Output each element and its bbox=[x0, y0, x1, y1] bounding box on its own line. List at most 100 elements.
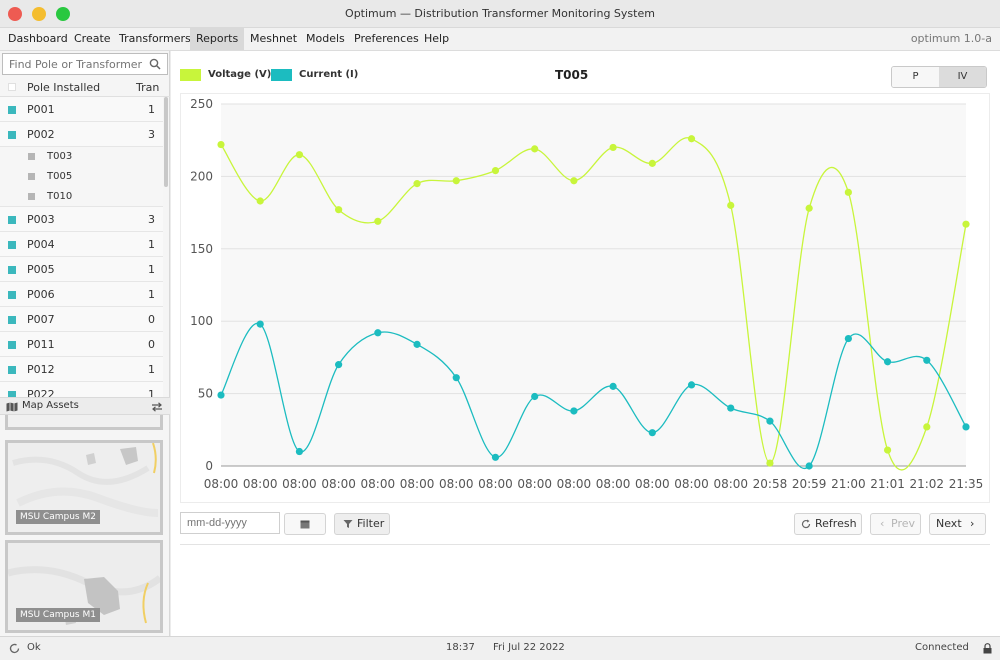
data-point[interactable] bbox=[335, 206, 343, 214]
data-point[interactable] bbox=[491, 453, 500, 461]
data-point[interactable] bbox=[727, 201, 735, 209]
data-point[interactable] bbox=[805, 462, 813, 470]
pole-checkbox[interactable] bbox=[8, 316, 16, 324]
search-icon[interactable] bbox=[149, 58, 161, 70]
header-pole-installed[interactable]: Pole Installed bbox=[27, 81, 100, 94]
data-point[interactable] bbox=[805, 204, 813, 212]
segment-current-voltage[interactable]: IV bbox=[939, 67, 986, 87]
menu-help[interactable]: Help bbox=[418, 28, 455, 50]
pole-checkbox[interactable] bbox=[8, 366, 16, 374]
data-point[interactable] bbox=[413, 340, 421, 348]
filter-button[interactable]: Filter bbox=[334, 513, 390, 535]
pole-checkbox[interactable] bbox=[8, 291, 16, 299]
pole-checkbox[interactable] bbox=[8, 106, 16, 114]
map-thumbnail[interactable]: MSU Campus M1 bbox=[5, 540, 163, 633]
list-item[interactable]: P011 0 bbox=[0, 332, 163, 357]
search-input[interactable] bbox=[3, 54, 143, 74]
y-tick-label: 100 bbox=[190, 314, 213, 328]
x-tick-label: 08:00 bbox=[243, 477, 278, 491]
data-point[interactable] bbox=[727, 404, 735, 412]
data-point[interactable] bbox=[452, 374, 460, 382]
menu-meshnet[interactable]: Meshnet bbox=[244, 28, 303, 50]
refresh-button[interactable]: Refresh bbox=[794, 513, 862, 535]
menu-reports[interactable]: Reports bbox=[190, 28, 245, 50]
pole-list-scrollbar[interactable] bbox=[164, 97, 168, 187]
list-item[interactable]: P007 0 bbox=[0, 307, 163, 332]
legend-swatch-voltage bbox=[180, 69, 201, 81]
pole-count: 1 bbox=[148, 238, 155, 251]
pole-checkbox[interactable] bbox=[8, 216, 16, 224]
pole-checkbox[interactable] bbox=[8, 131, 16, 139]
data-point[interactable] bbox=[295, 151, 304, 159]
date-input[interactable] bbox=[180, 512, 280, 534]
menu-dashboard[interactable]: Dashboard bbox=[2, 28, 74, 50]
data-point[interactable] bbox=[531, 145, 539, 153]
menu-create[interactable]: Create bbox=[68, 28, 117, 50]
transformer-checkbox[interactable] bbox=[28, 193, 35, 200]
data-point[interactable] bbox=[217, 391, 225, 399]
transformer-item[interactable]: T003 bbox=[0, 147, 163, 167]
data-point[interactable] bbox=[648, 159, 656, 167]
pole-checkbox[interactable] bbox=[8, 241, 16, 249]
list-item[interactable]: P006 1 bbox=[0, 282, 163, 307]
data-point[interactable] bbox=[687, 381, 696, 389]
header-transformer-count[interactable]: Tran bbox=[136, 81, 159, 94]
menu-preferences[interactable]: Preferences bbox=[348, 28, 425, 50]
segment-power[interactable]: P bbox=[892, 67, 939, 87]
data-point[interactable] bbox=[609, 382, 617, 390]
data-point[interactable] bbox=[570, 177, 578, 185]
menu-transformers[interactable]: Transformers bbox=[113, 28, 197, 50]
list-item[interactable]: P002 3 bbox=[0, 122, 163, 147]
list-item[interactable]: P004 1 bbox=[0, 232, 163, 257]
calendar-button[interactable] bbox=[284, 513, 326, 535]
data-point[interactable] bbox=[883, 358, 892, 366]
data-point[interactable] bbox=[256, 197, 264, 205]
data-point[interactable] bbox=[491, 167, 500, 175]
transformer-checkbox[interactable] bbox=[28, 173, 35, 180]
select-all-checkbox[interactable] bbox=[8, 83, 16, 91]
transformer-checkbox[interactable] bbox=[28, 153, 35, 160]
data-point[interactable] bbox=[374, 329, 382, 337]
pole-list[interactable]: P001 1 P002 3 T003 T005 T010 P003 3 P004 1 P… bbox=[0, 97, 163, 447]
pole-checkbox[interactable] bbox=[8, 266, 16, 274]
data-point[interactable] bbox=[766, 417, 774, 425]
map-thumbnail[interactable] bbox=[5, 415, 163, 430]
data-point[interactable] bbox=[962, 423, 970, 431]
data-point[interactable] bbox=[452, 177, 460, 185]
data-point[interactable] bbox=[217, 140, 225, 149]
transformer-item[interactable]: T005 bbox=[0, 167, 163, 187]
data-point[interactable] bbox=[648, 429, 656, 437]
data-point[interactable] bbox=[295, 447, 304, 456]
pole-checkbox[interactable] bbox=[8, 341, 16, 349]
data-point[interactable] bbox=[335, 361, 343, 369]
data-point[interactable] bbox=[923, 356, 931, 364]
data-point[interactable] bbox=[374, 217, 382, 225]
data-point[interactable] bbox=[923, 423, 931, 431]
data-point[interactable] bbox=[256, 320, 264, 328]
data-point[interactable] bbox=[962, 220, 970, 228]
chart-title: T005 bbox=[555, 68, 589, 82]
transformer-item[interactable]: T010 bbox=[0, 187, 163, 207]
data-point[interactable] bbox=[570, 407, 578, 415]
data-point[interactable] bbox=[687, 135, 696, 143]
next-button[interactable]: Next › bbox=[929, 513, 986, 535]
data-point[interactable] bbox=[883, 446, 892, 454]
data-point[interactable] bbox=[413, 180, 421, 188]
data-point[interactable] bbox=[844, 334, 852, 343]
data-point[interactable] bbox=[844, 188, 852, 196]
x-tick-label: 08:00 bbox=[478, 477, 513, 491]
list-item[interactable]: P012 1 bbox=[0, 357, 163, 382]
chart-mode-toggle[interactable]: P IV bbox=[891, 66, 987, 88]
list-item[interactable]: P001 1 bbox=[0, 97, 163, 122]
prev-button[interactable]: ‹ Prev bbox=[870, 513, 921, 535]
list-item[interactable]: P003 3 bbox=[0, 207, 163, 232]
search-box[interactable] bbox=[2, 53, 168, 75]
list-item[interactable]: P005 1 bbox=[0, 257, 163, 282]
data-point[interactable] bbox=[766, 459, 774, 467]
swap-icon[interactable] bbox=[151, 402, 163, 412]
data-point[interactable] bbox=[531, 392, 539, 401]
map-thumbnail[interactable]: MSU Campus M2 bbox=[5, 440, 163, 535]
voltage-current-line-chart[interactable]: 050100150200250 08:00 08:00 08:00 08:00 08:0… bbox=[181, 94, 989, 502]
menu-models[interactable]: Models bbox=[300, 28, 351, 50]
data-point[interactable] bbox=[609, 143, 617, 152]
